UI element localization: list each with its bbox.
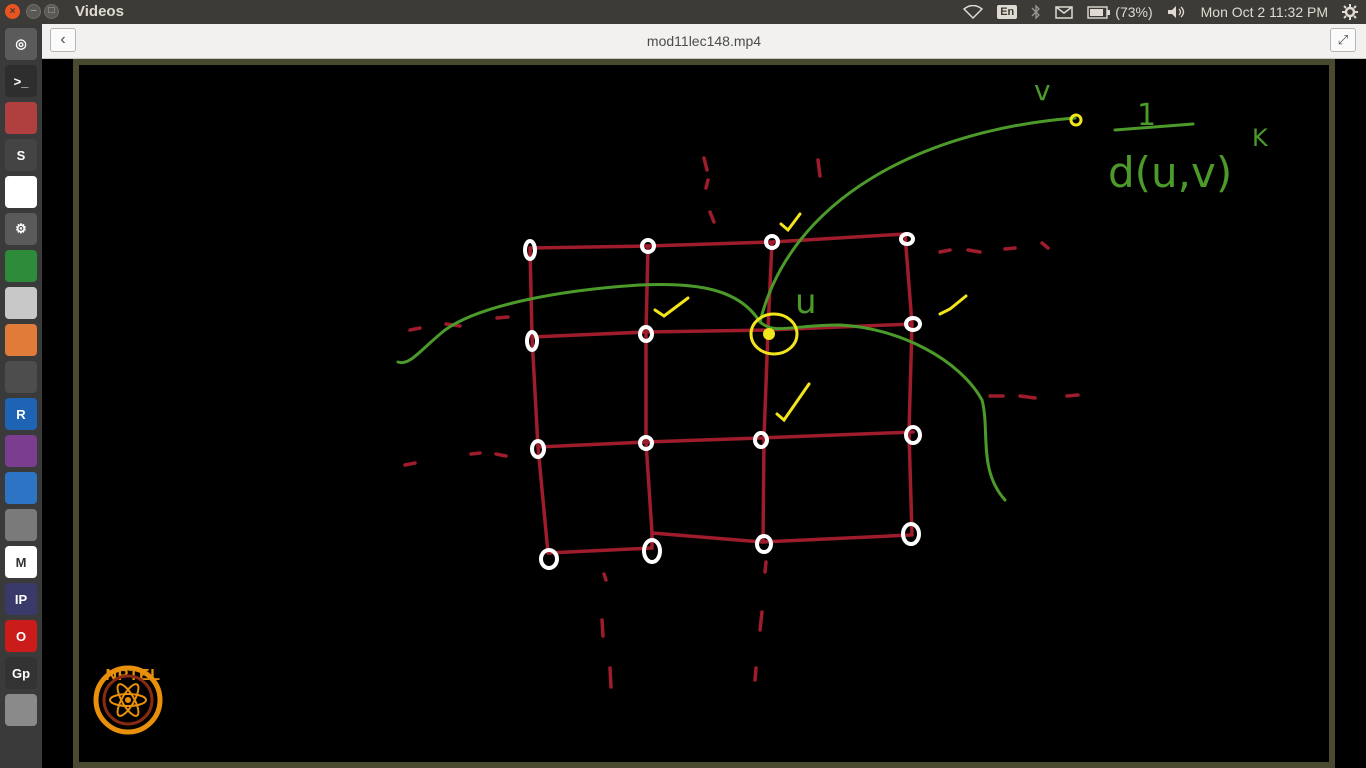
grid-nodes (523, 232, 922, 570)
minimize-window-button[interactable]: – (26, 4, 41, 19)
nptel-emblem-icon (93, 665, 163, 735)
video-icon[interactable] (5, 361, 37, 393)
writer-icon[interactable] (5, 472, 37, 504)
impress-icon[interactable] (5, 324, 37, 356)
files-icon[interactable] (5, 102, 37, 134)
formula-denominator: d(u,v) (1108, 148, 1232, 197)
grid-lines (528, 232, 915, 555)
whiteboard-drawing: u v 1 d(u,v) K (396, 74, 1269, 689)
chrome-icon[interactable] (5, 176, 37, 208)
label-v: v (1034, 74, 1051, 107)
sublime-icon[interactable]: S (5, 139, 37, 171)
nptel-logo: NPTEL (93, 665, 173, 735)
green-path (396, 116, 1077, 502)
battery-percent: (73%) (1115, 4, 1153, 20)
launcher: ◎ >_ S ⚙ R M IP O Gp (0, 24, 42, 768)
close-window-button[interactable]: × (5, 4, 20, 19)
fullscreen-button[interactable]: ⤢ (1330, 28, 1356, 52)
mail-icon[interactable] (1055, 5, 1074, 19)
volume-icon[interactable] (1167, 5, 1187, 19)
wifi-icon[interactable] (963, 5, 984, 19)
clock[interactable]: Mon Oct 2 11:32 PM (1201, 4, 1328, 20)
editor-icon[interactable] (5, 509, 37, 541)
ipython-icon[interactable]: IP (5, 583, 37, 615)
draw-icon[interactable] (5, 287, 37, 319)
dashed-extensions (403, 156, 1080, 689)
video-area[interactable]: u v 1 d(u,v) K NPTEL (42, 59, 1366, 768)
formula-exponent: K (1252, 124, 1269, 152)
file-name-title: mod11lec148.mp4 (646, 33, 762, 49)
system-tray: En (73%) Mon Oct 2 11:32 PM (963, 0, 1366, 24)
calc-icon[interactable] (5, 250, 37, 282)
opera-icon[interactable]: O (5, 620, 37, 652)
dash-icon[interactable]: ◎ (5, 28, 37, 60)
bluetooth-icon[interactable] (1031, 4, 1041, 20)
r-icon[interactable]: R (5, 398, 37, 430)
video-frame: u v 1 d(u,v) K NPTEL (73, 59, 1335, 768)
label-u: u (795, 282, 817, 322)
gp-icon[interactable]: Gp (5, 657, 37, 689)
checkmarks (653, 113, 1083, 423)
settings-icon[interactable]: ⚙ (5, 213, 37, 245)
keyboard-layout-indicator[interactable]: En (997, 5, 1018, 19)
top-panel: × – □ Videos En (73%) Mon Oct 2 11:32 PM (0, 0, 1366, 24)
keyboard-layout-text: En (997, 5, 1018, 19)
gmail-icon[interactable]: M (5, 546, 37, 578)
battery-icon (1087, 5, 1111, 19)
terminal-icon[interactable]: >_ (5, 65, 37, 97)
node-u-fill (763, 328, 775, 340)
system-gear-icon[interactable] (1342, 4, 1358, 20)
app-title: Videos (75, 3, 124, 20)
maximize-window-button[interactable]: □ (44, 4, 59, 19)
stack-icon[interactable] (5, 694, 37, 726)
header-bar: ‹ mod11lec148.mp4 ⤢ (42, 24, 1366, 59)
screenshot-icon[interactable] (5, 435, 37, 467)
battery-indicator[interactable]: (73%) (1087, 4, 1153, 20)
